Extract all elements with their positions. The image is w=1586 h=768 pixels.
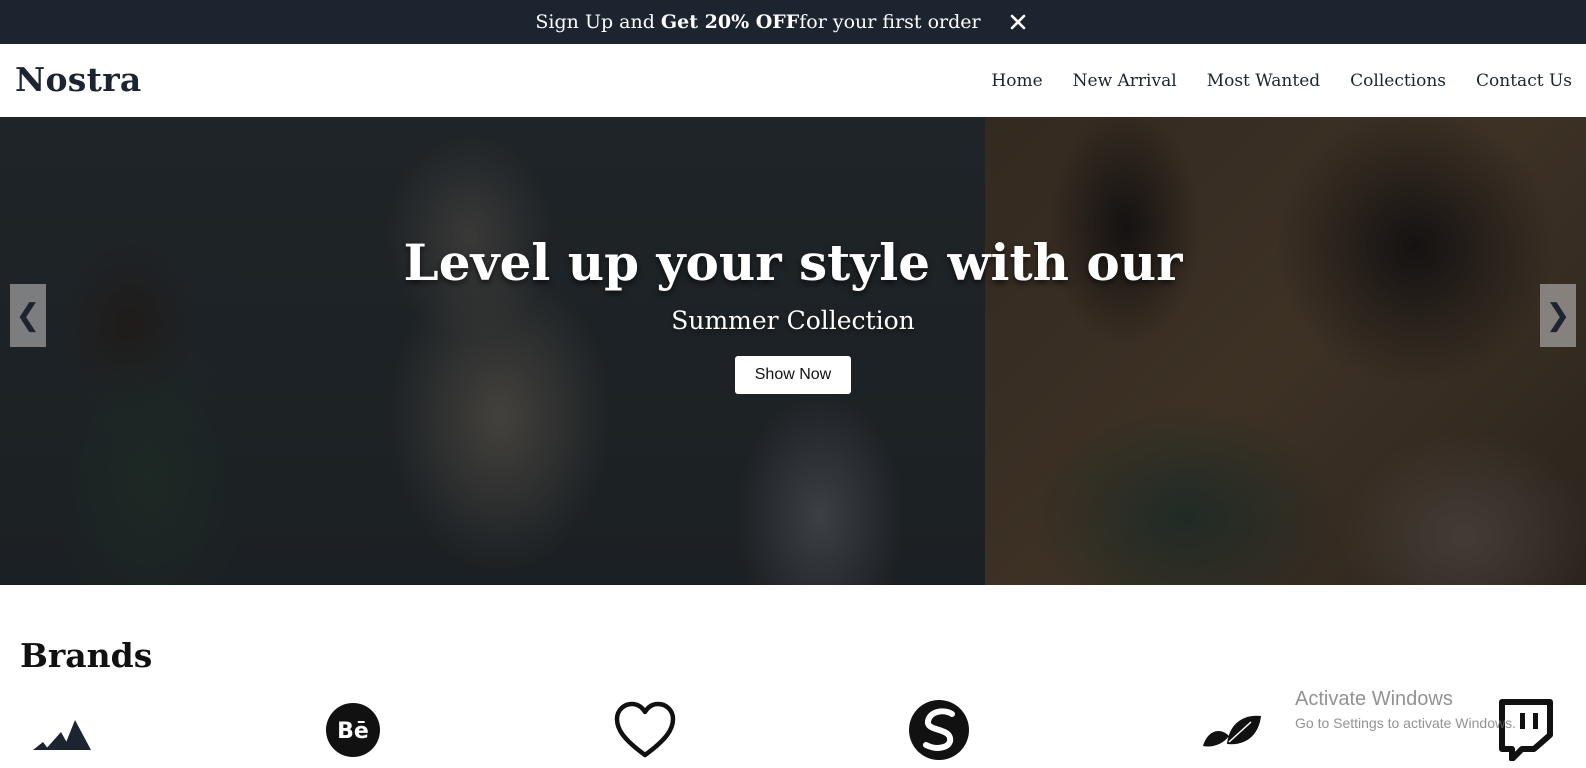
promo-text-bold: Get 20% OFF xyxy=(660,11,800,33)
carousel-prev-button[interactable]: ❮ xyxy=(10,284,46,347)
nav-item-most-wanted[interactable]: Most Wanted xyxy=(1192,71,1335,91)
carousel-next-button[interactable]: ❯ xyxy=(1540,284,1576,347)
site-header: Nostra Home New Arrival Most Wanted Coll… xyxy=(0,44,1586,117)
watermark-line-2: Go to Settings to activate Windows. xyxy=(1295,715,1516,731)
adidas-icon[interactable] xyxy=(25,695,95,765)
show-now-button[interactable]: Show Now xyxy=(735,356,851,394)
chevron-left-icon: ❮ xyxy=(15,298,41,333)
promo-text-prefix: Sign Up and xyxy=(535,11,661,33)
promo-text: Sign Up and Get 20% OFFfor your first or… xyxy=(0,0,1516,44)
promo-text-suffix: for your first order xyxy=(799,11,981,33)
close-icon[interactable] xyxy=(1004,8,1032,36)
svg-text:Bē: Bē xyxy=(337,719,369,744)
leaf-icon[interactable] xyxy=(1197,695,1267,765)
nav-item-home[interactable]: Home xyxy=(976,71,1057,91)
squarespace-icon[interactable] xyxy=(904,695,974,765)
main-nav: Home New Arrival Most Wanted Collections… xyxy=(976,44,1572,117)
hero-carousel: Level up your style with our Summer Coll… xyxy=(0,117,1586,585)
hero-overlay xyxy=(0,117,1586,585)
chevron-right-icon: ❯ xyxy=(1545,298,1571,333)
nav-item-collections[interactable]: Collections xyxy=(1335,71,1461,91)
nav-item-new-arrival[interactable]: New Arrival xyxy=(1058,71,1192,91)
hero-subtitle: Summer Collection xyxy=(671,306,915,335)
heart-icon[interactable] xyxy=(610,695,680,765)
brands-heading: Brands xyxy=(20,636,153,675)
site-logo[interactable]: Nostra xyxy=(15,60,142,99)
promo-bar: Sign Up and Get 20% OFFfor your first or… xyxy=(0,0,1586,44)
hero-title: Level up your style with our xyxy=(403,233,1183,292)
behance-icon[interactable]: Bē xyxy=(318,695,388,765)
watermark-line-1: Activate Windows xyxy=(1295,688,1453,710)
nav-item-contact-us[interactable]: Contact Us xyxy=(1461,71,1572,91)
windows-watermark: Activate Windows Go to Settings to activ… xyxy=(1295,688,1516,731)
